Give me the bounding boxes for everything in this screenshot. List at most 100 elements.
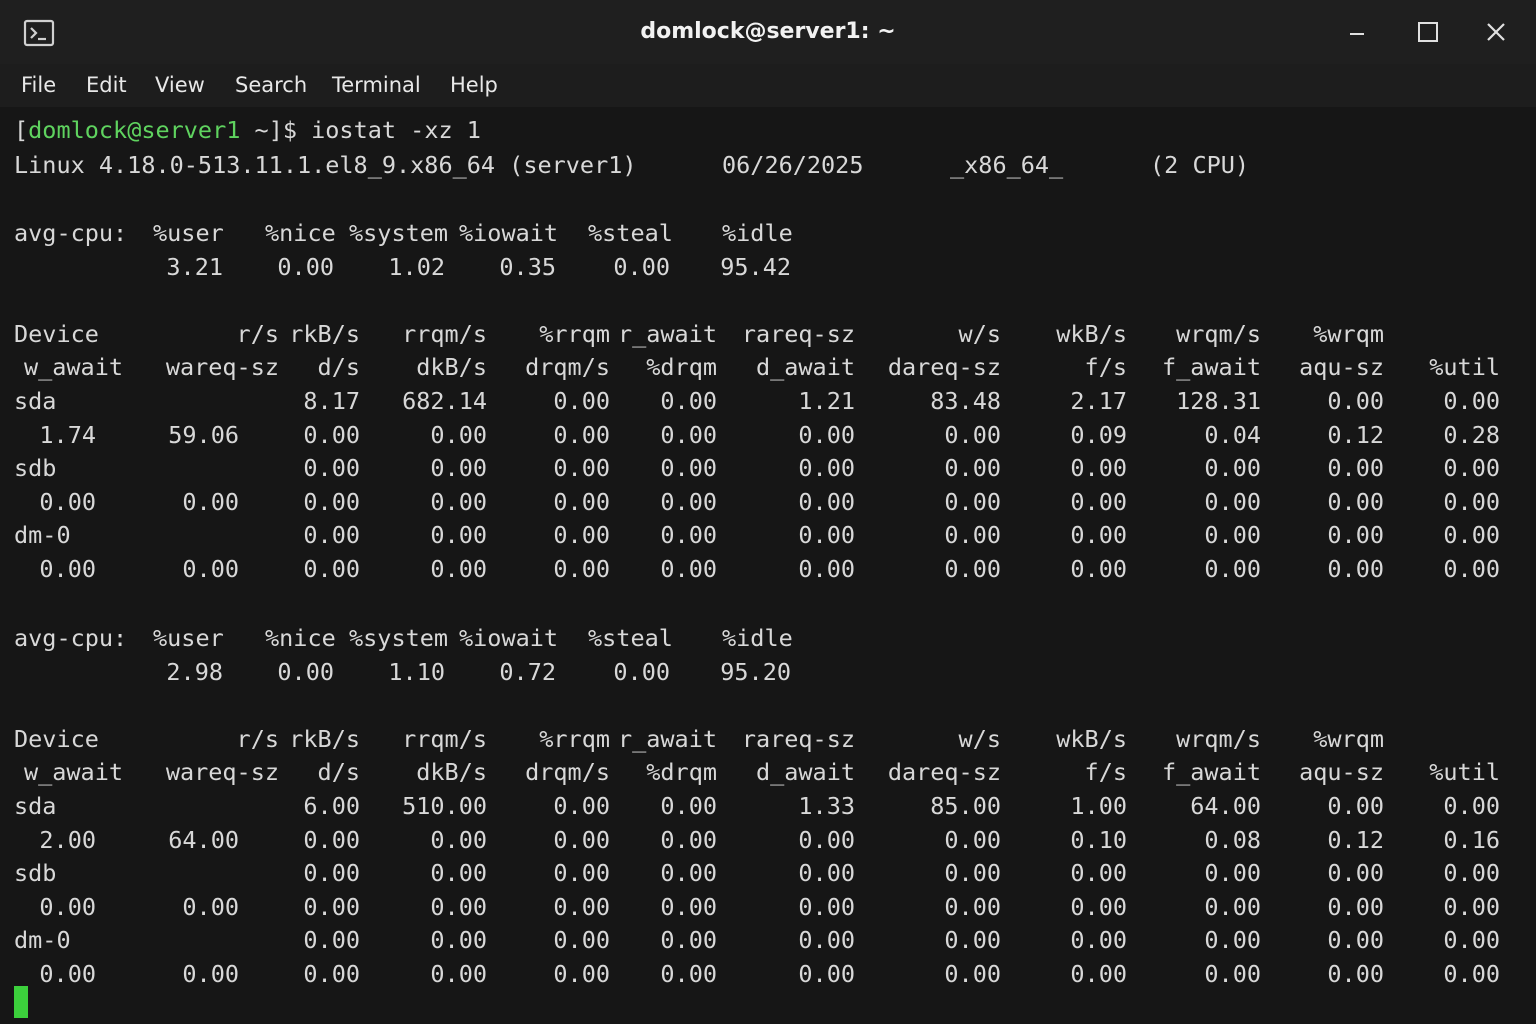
device-stat-value: 0.00: [1443, 387, 1500, 415]
avg-cpu-label: avg-cpu:: [14, 219, 128, 247]
close-icon[interactable]: [1476, 14, 1516, 50]
device-column-header: %wrqm: [1313, 724, 1384, 753]
device-stat-value: 0.00: [553, 454, 610, 483]
device-stat-value: 0.00: [1070, 521, 1127, 550]
device-stat-value: 0.00: [798, 859, 855, 888]
device-column-header: d_await: [755, 758, 855, 787]
device-stat-value: 0.00: [1443, 555, 1500, 583]
device-stat-value: 1.21: [798, 387, 855, 415]
device-column-header: drqm/s: [525, 758, 610, 787]
cpu-value: 0.00: [613, 657, 670, 686]
device-column-header: dkB/s: [416, 758, 487, 787]
device-stat-value: 0.00: [1204, 521, 1261, 550]
menu-help[interactable]: Help: [450, 71, 498, 99]
cpu-value: 95.42: [720, 252, 791, 281]
device-column-header: f/s: [1084, 758, 1127, 787]
cpu-value: 1.10: [388, 657, 445, 686]
device-stat-value: 0.00: [1070, 555, 1127, 583]
cpu-value: 2.98: [166, 657, 223, 686]
device-column-header: w/s: [958, 724, 1001, 753]
device-stat-value: 0.00: [430, 825, 487, 854]
device-stat-value: 0.00: [798, 420, 855, 449]
avg-cpu-label: avg-cpu:: [14, 624, 128, 652]
device-stat-value: 0.00: [182, 960, 239, 988]
menu-bar: File Edit View Search Terminal Help: [0, 64, 1536, 107]
device-stat-value: 0.00: [798, 555, 855, 583]
cpu-column-header: %steal: [588, 624, 673, 652]
device-stat-value: 0.00: [303, 892, 360, 921]
terminal-cursor: [14, 986, 28, 1018]
device-stat-value: 0.00: [798, 454, 855, 483]
device-stat-value: 0.00: [798, 825, 855, 854]
device-stat-value: 2.00: [39, 825, 96, 854]
cpu-column-header: %nice: [265, 624, 336, 652]
cpu-column-header: %idle: [722, 624, 793, 652]
menu-file[interactable]: File: [21, 71, 56, 99]
menu-edit[interactable]: Edit: [86, 71, 127, 99]
device-stat-value: 0.00: [944, 420, 1001, 449]
device-stat-value: 0.00: [1204, 926, 1261, 955]
device-stat-value: 0.00: [1070, 892, 1127, 921]
device-stat-value: 0.00: [39, 487, 96, 516]
device-stat-value: 0.00: [553, 926, 610, 955]
device-stat-value: 0.00: [430, 454, 487, 483]
device-stat-value: 0.00: [553, 420, 610, 449]
device-column-header: f_await: [1161, 758, 1261, 787]
device-column-header: r_await: [617, 319, 717, 348]
terminal-output[interactable]: [domlock@server1 ~]$ iostat -xz 1 Linux …: [0, 107, 1536, 1024]
device-column-header: rrqm/s: [402, 724, 487, 753]
cpu-column-header: %idle: [722, 219, 793, 247]
device-stat-value: 1.00: [1070, 792, 1127, 820]
device-stat-value: 0.00: [430, 859, 487, 888]
device-stat-value: 0.00: [553, 892, 610, 921]
device-name: dm-0: [14, 926, 71, 955]
device-stat-value: 0.12: [1327, 420, 1384, 449]
cpu-value: 0.35: [499, 252, 556, 281]
device-stat-value: 0.00: [1327, 487, 1384, 516]
device-stat-value: 0.00: [1443, 454, 1500, 483]
device-column-header: wareq-sz: [165, 758, 279, 787]
device-stat-value: 0.00: [1443, 487, 1500, 516]
window-title: domlock@server1: ~: [640, 19, 896, 44]
device-column-header: f/s: [1084, 353, 1127, 382]
device-stat-value: 0.00: [660, 859, 717, 888]
device-stat-value: 0.00: [1327, 960, 1384, 988]
menu-terminal[interactable]: Terminal: [332, 71, 421, 99]
cpu-column-header: %system: [349, 219, 449, 247]
cpu-column-header: %iowait: [459, 219, 559, 247]
device-column-header: w_await: [23, 353, 123, 382]
device-column-header: dareq-sz: [887, 353, 1001, 382]
device-stat-value: 0.00: [553, 792, 610, 820]
cpu-column-header: %steal: [588, 219, 673, 247]
menu-search[interactable]: Search: [235, 71, 307, 99]
device-stat-value: 0.00: [1204, 960, 1261, 988]
prompt-suffix: ]$: [268, 116, 312, 144]
device-stat-value: 8.17: [303, 387, 360, 415]
cpu-count: (2 CPU): [1150, 151, 1250, 179]
device-stat-value: 0.00: [1443, 926, 1500, 955]
device-column-header: rareq-sz: [741, 319, 855, 348]
device-stat-value: 0.00: [798, 926, 855, 955]
cpu-column-header: %system: [349, 624, 449, 652]
device-stat-value: 0.00: [1327, 926, 1384, 955]
device-stat-value: 0.00: [1204, 487, 1261, 516]
device-stat-value: 1.74: [39, 420, 96, 449]
device-stat-value: 0.00: [944, 487, 1001, 516]
cpu-column-header: %nice: [265, 219, 336, 247]
device-stat-value: 64.00: [168, 825, 239, 854]
report-date: 06/26/2025: [722, 151, 864, 179]
device-stat-value: 128.31: [1176, 387, 1261, 415]
cpu-column-header: %iowait: [459, 624, 559, 652]
device-stat-value: 0.00: [553, 555, 610, 583]
cpu-column-header: %user: [153, 624, 224, 652]
menu-view[interactable]: View: [155, 71, 205, 99]
device-stat-value: 0.00: [1070, 960, 1127, 988]
device-stat-value: 0.00: [430, 892, 487, 921]
maximize-icon[interactable]: [1408, 14, 1448, 50]
cpu-value: 95.20: [720, 657, 791, 686]
prompt-command: iostat -xz 1: [311, 116, 481, 144]
device-stat-value: 0.00: [303, 521, 360, 550]
device-stat-value: 0.00: [553, 521, 610, 550]
minimize-icon[interactable]: [1337, 14, 1377, 50]
cpu-value: 1.02: [388, 252, 445, 281]
